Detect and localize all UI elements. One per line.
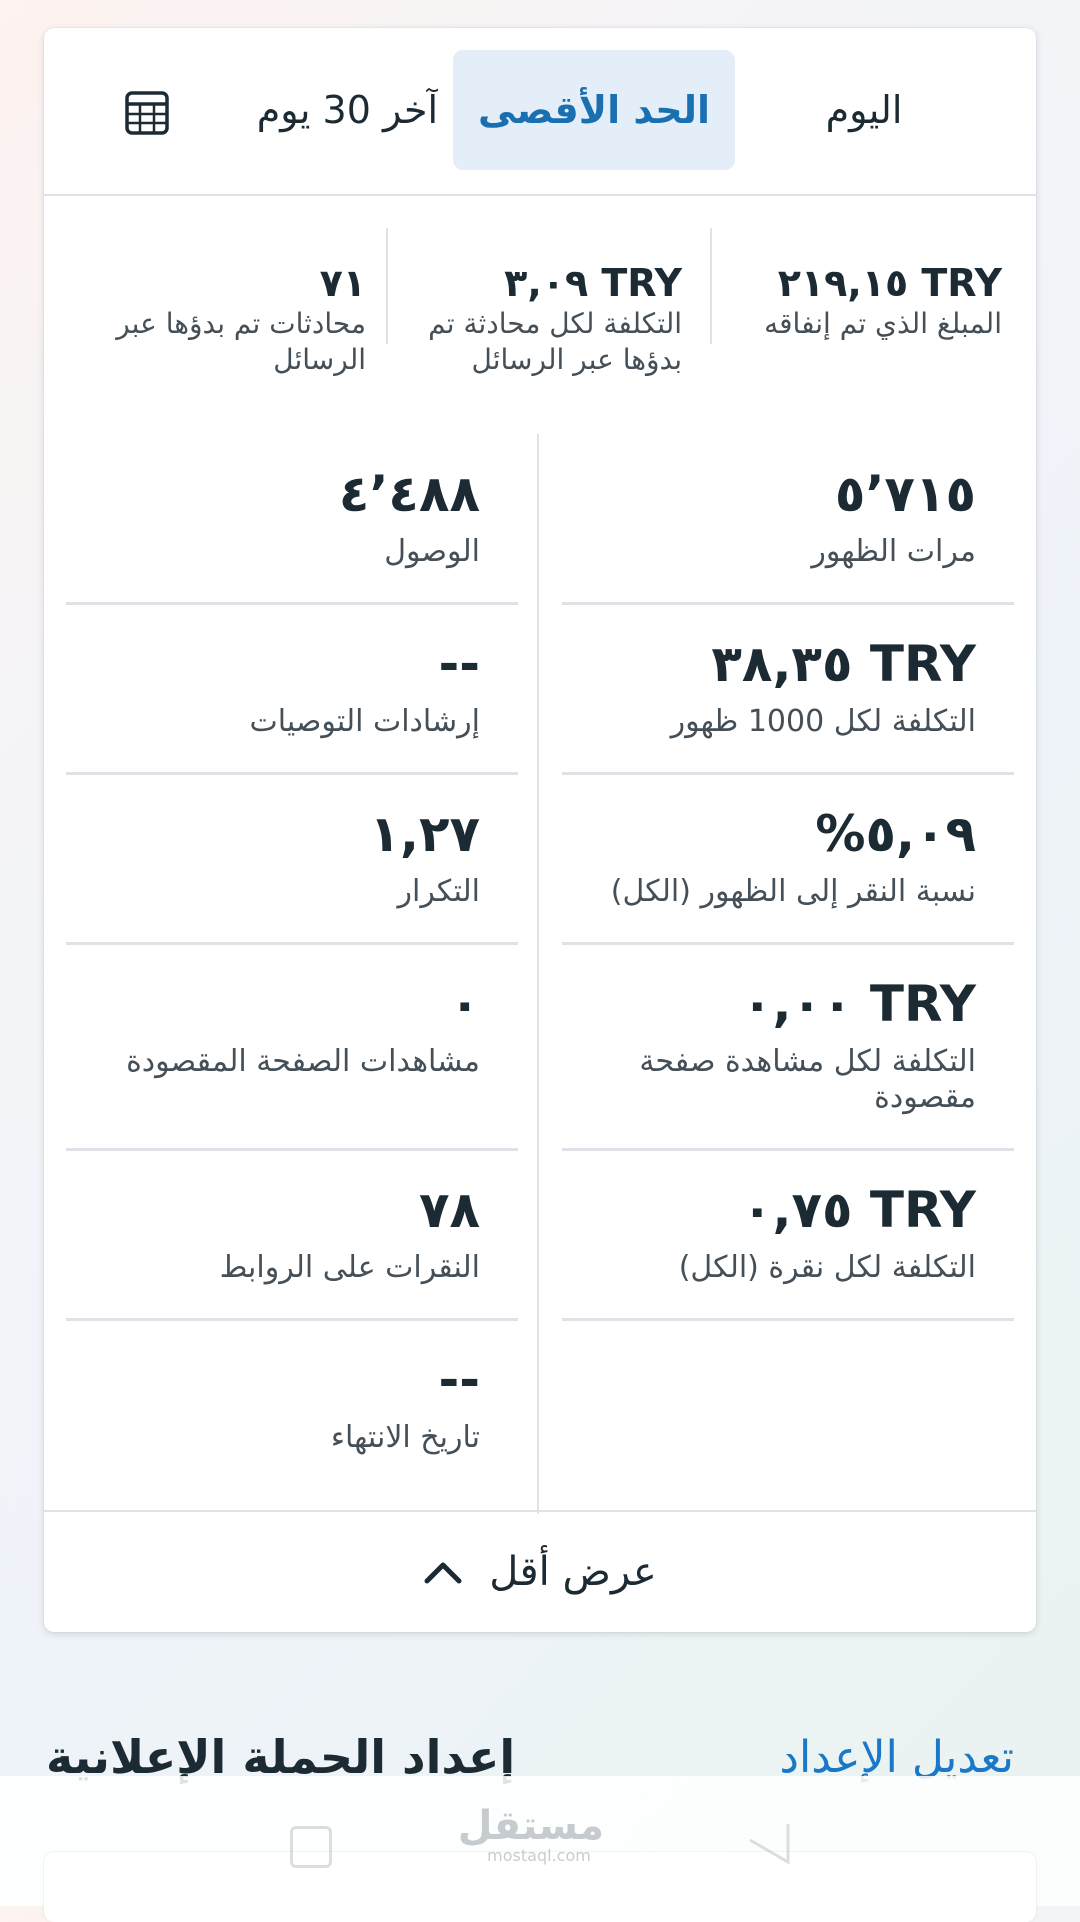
metric-impressions: ٥٬٧١٥ مرات الظهور [596, 462, 976, 570]
show-less-button[interactable]: عرض أقل [44, 1512, 1036, 1632]
metric-cpm-label: التكلفة لكل 1000 ظهور [670, 704, 976, 739]
metric-impressions-label: مرات الظهور [811, 534, 976, 569]
metric-landing-page-views-value: ٠ [449, 975, 480, 1033]
tabs-divider [44, 194, 1036, 196]
metric-cost-per-landing-view: TRY ٠,٠٠ التكلفة لكل مشاهدة صفحة مقصودة [596, 972, 976, 1116]
metric-cost-per-landing-view-label: التكلفة لكل مشاهدة صفحة مقصودة [639, 1044, 976, 1115]
date-range-tabs: اليوم الحد الأقصى آخر 30 يوم [44, 28, 1036, 194]
metric-ctr-value: ٥,٠٩% [815, 805, 976, 863]
watermark-arabic: مستقل [457, 1803, 604, 1849]
summary-conversations-label: محادثات تم بدؤها عبر الرسائل [116, 307, 366, 376]
tab-today-label: اليوم [825, 88, 903, 132]
metric-landing-page-views-label: مشاهدات الصفحة المقصودة [126, 1044, 480, 1079]
metric-ctr-label: نسبة النقر إلى الظهور (الكل) [610, 874, 976, 909]
row-divider [66, 942, 518, 945]
tab-maximum[interactable]: الحد الأقصى [453, 50, 735, 170]
summary-spent-label: المبلغ الذي تم إنفاقه [764, 307, 1002, 340]
tab-maximum-label: الحد الأقصى [478, 88, 710, 132]
metric-end-date-value: -- [438, 1351, 480, 1409]
metric-ctr: ٥,٠٩% نسبة النقر إلى الظهور (الكل) [596, 802, 976, 910]
metric-cpc-label: التكلفة لكل نقرة (الكل) [678, 1250, 976, 1285]
summary-row: TRY ٢١٩,١٥ المبلغ الذي تم إنفاقه TRY ٣,٠… [44, 224, 1036, 376]
row-divider [562, 942, 1014, 945]
summary-cost-per-conversation: TRY ٣,٠٩ التكلفة لكل محادثة تم بدؤها عبر… [404, 260, 682, 378]
metric-reach-label: الوصول [384, 534, 480, 569]
tab-last-30-days[interactable]: آخر 30 يوم [198, 50, 438, 170]
summary-cost-per-conversation-label: التكلفة لكل محادثة تم بدؤها عبر الرسائل [428, 307, 682, 376]
summary-spent: TRY ٢١٩,١٥ المبلغ الذي تم إنفاقه [724, 260, 1002, 342]
overlay-icon [290, 1826, 332, 1868]
metric-end-date: -- تاريخ الانتهاء [100, 1348, 480, 1456]
watermark-logo: مستقل mostaql.com [457, 1803, 604, 1866]
metric-recommendations-label: إرشادات التوصيات [249, 704, 480, 739]
metric-impressions-value: ٥٬٧١٥ [834, 465, 976, 523]
row-divider [66, 602, 518, 605]
row-divider [562, 602, 1014, 605]
overlay-icon [749, 1824, 790, 1865]
summary-cost-per-conversation-value: TRY ٣,٠٩ [504, 261, 682, 305]
row-divider [66, 1318, 518, 1321]
tab-today[interactable]: اليوم [734, 50, 994, 170]
row-divider [66, 772, 518, 775]
metric-recommendations: -- إرشادات التوصيات [100, 632, 480, 740]
row-divider [562, 1148, 1014, 1151]
tab-last-30-days-label: آخر 30 يوم [256, 88, 438, 132]
metric-link-clicks: ٧٨ النقرات على الروابط [100, 1178, 480, 1286]
calendar-icon[interactable] [124, 90, 170, 136]
chevron-up-icon [424, 1562, 462, 1584]
summary-conversations: ٧١ محادثات تم بدؤها عبر الرسائل [88, 260, 366, 378]
metric-frequency-label: التكرار [397, 874, 480, 909]
row-divider [562, 1318, 1014, 1321]
row-divider [66, 1148, 518, 1151]
metric-landing-page-views: ٠ مشاهدات الصفحة المقصودة [100, 972, 480, 1080]
summary-divider [386, 228, 388, 344]
summary-conversations-value: ٧١ [319, 261, 366, 305]
summary-divider [710, 228, 712, 344]
metric-frequency: ١,٢٧ التكرار [100, 802, 480, 910]
metric-cpc: TRY ٠,٧٥ التكلفة لكل نقرة (الكل) [596, 1178, 976, 1286]
row-divider [562, 772, 1014, 775]
metric-cost-per-landing-view-value: TRY ٠,٠٠ [741, 975, 976, 1033]
metric-link-clicks-value: ٧٨ [418, 1181, 480, 1239]
grid-divider [537, 434, 539, 1514]
metric-reach: ٤٬٤٨٨ الوصول [100, 462, 480, 570]
metric-reach-value: ٤٬٤٨٨ [338, 465, 480, 523]
metric-cpc-value: TRY ٠,٧٥ [741, 1181, 976, 1239]
show-less-label: عرض أقل [489, 1549, 657, 1595]
summary-spent-value: TRY ٢١٩,١٥ [777, 261, 1002, 305]
metric-link-clicks-label: النقرات على الروابط [219, 1250, 480, 1285]
metric-recommendations-value: -- [438, 635, 480, 693]
metric-frequency-value: ١,٢٧ [369, 805, 480, 863]
insights-card: اليوم الحد الأقصى آخر 30 يوم TRY ٢١٩,١٥ … [44, 28, 1036, 1632]
metric-cpm: TRY ٣٨,٣٥ التكلفة لكل 1000 ظهور [596, 632, 976, 740]
watermark-latin: mostaql.com [487, 1846, 591, 1865]
metric-end-date-label: تاريخ الانتهاء [330, 1420, 480, 1455]
metric-cpm-value: TRY ٣٨,٣٥ [711, 635, 976, 693]
